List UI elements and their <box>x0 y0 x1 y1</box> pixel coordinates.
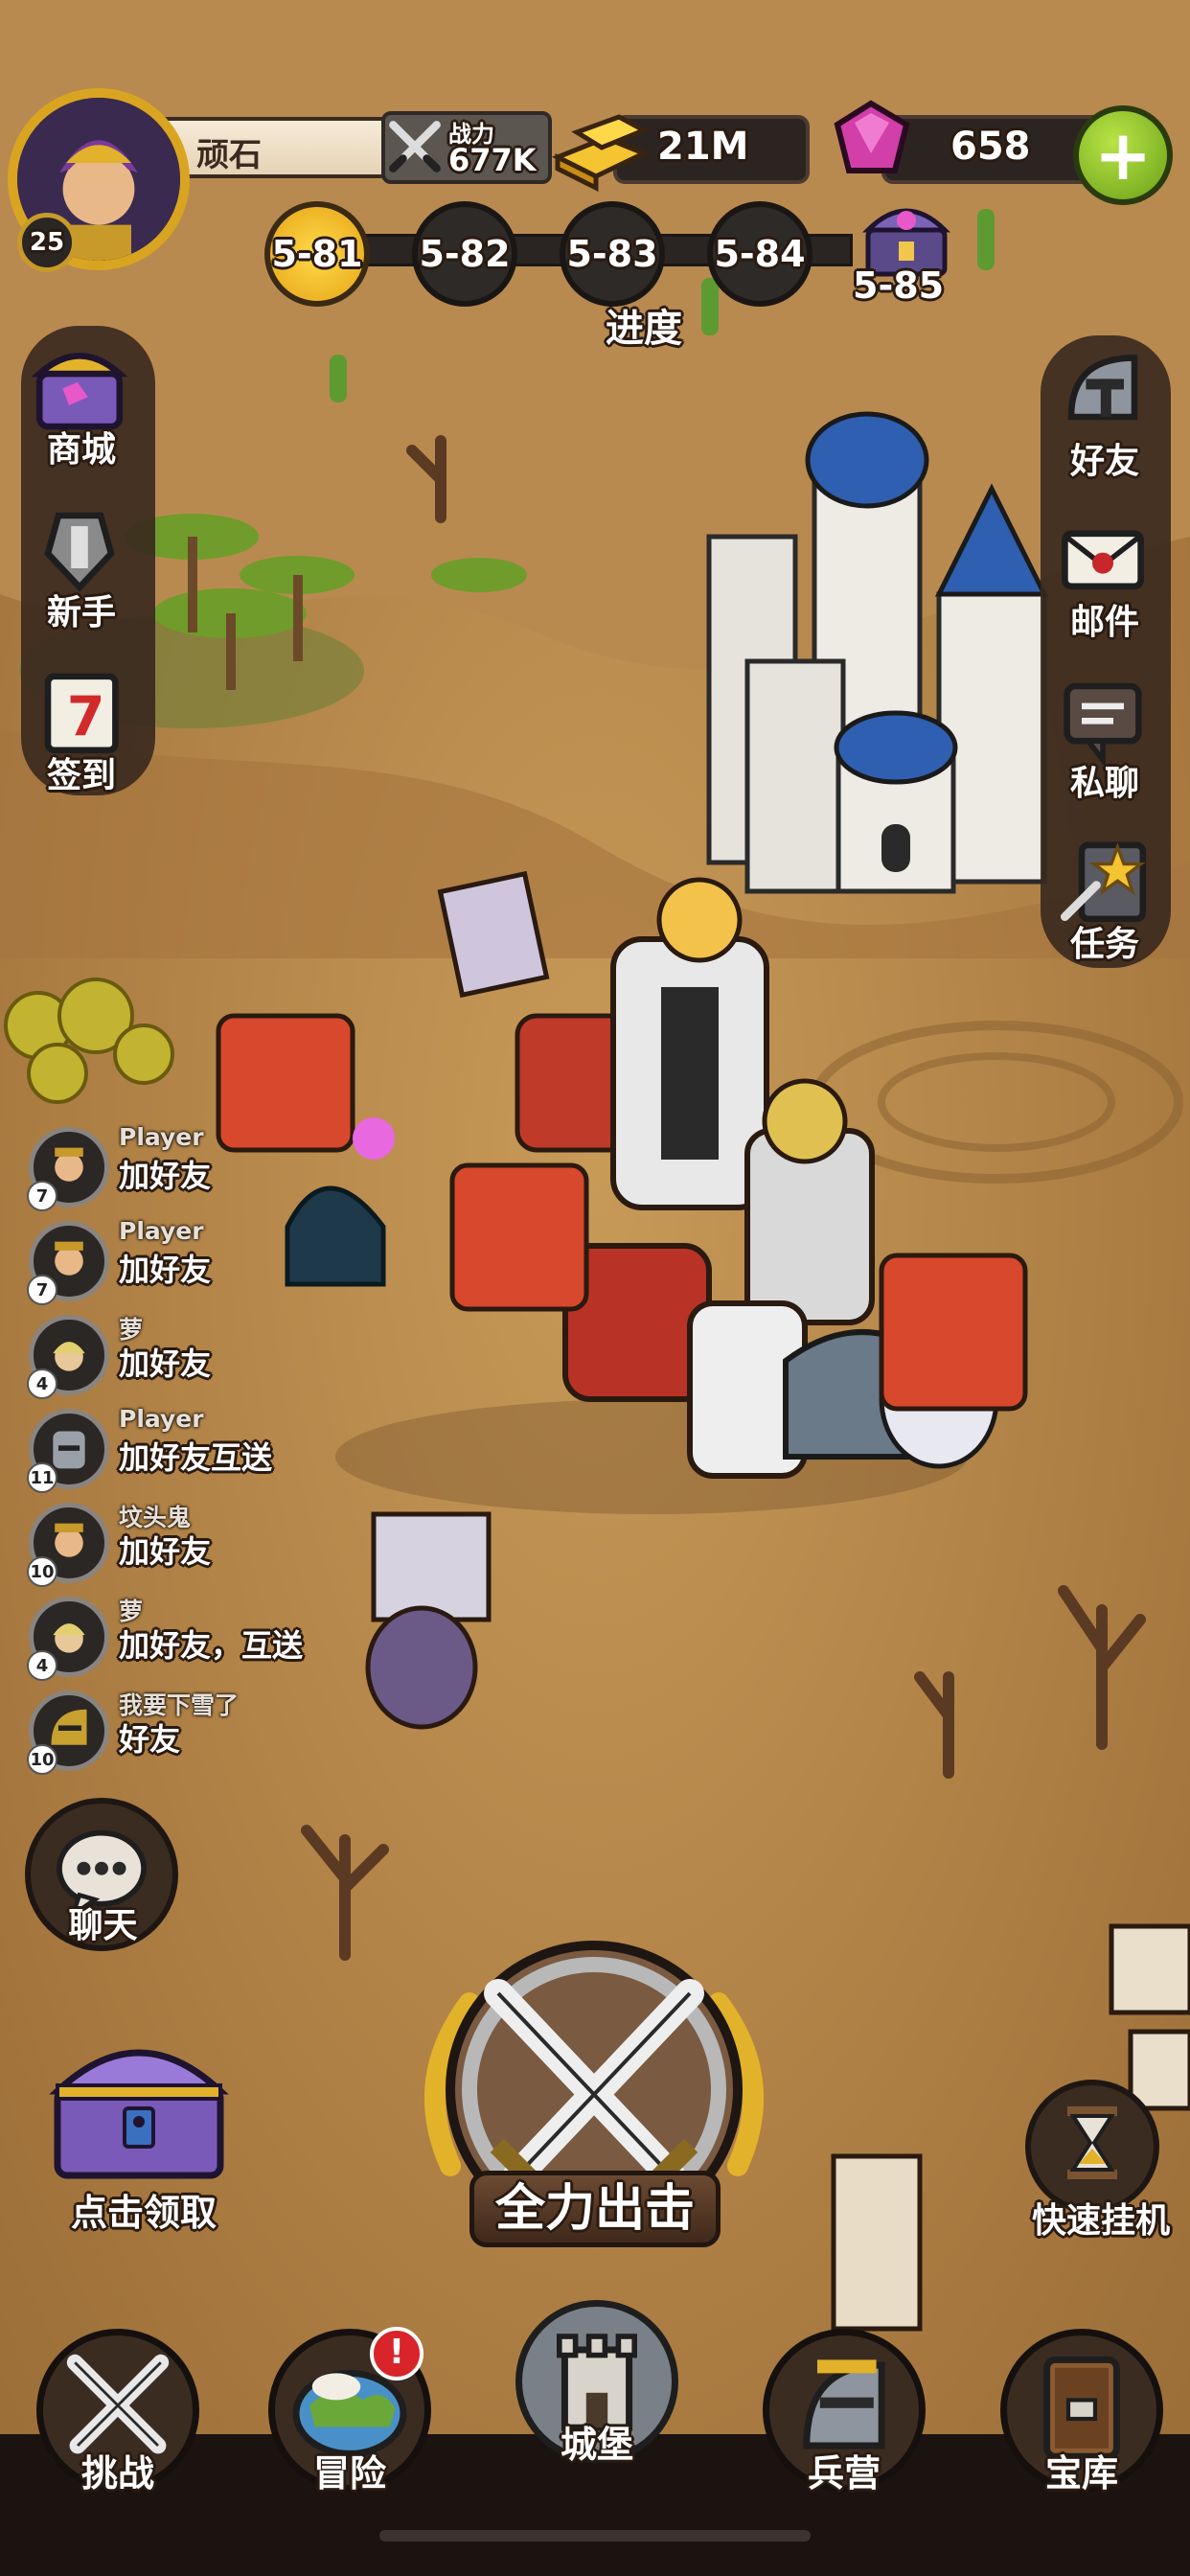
chat-message[interactable]: 4 萝 加好友，互送 <box>25 1593 341 1681</box>
chat-sender-name: Player <box>119 1123 204 1151</box>
private-chat-button[interactable]: 私聊 <box>1033 659 1177 822</box>
chat-text: 加好友 <box>119 1158 212 1194</box>
shop-button[interactable]: 商城 <box>10 326 153 489</box>
chat-message[interactable]: 10 坟头鬼 加好友 <box>25 1499 341 1587</box>
svg-text:7: 7 <box>67 685 105 748</box>
stage-node[interactable]: 5-84 <box>707 201 812 307</box>
gem-value: 658 <box>950 125 1031 169</box>
chat-sender-name: Player <box>119 1405 204 1433</box>
chat-text: 加好友 <box>119 1533 212 1570</box>
quest-label: 任务 <box>1069 925 1139 964</box>
progress-label: 进度 <box>606 307 682 351</box>
nav-castle-label: 城堡 <box>560 2424 633 2466</box>
gem-icon <box>834 100 910 173</box>
quest-button[interactable]: 任务 <box>1033 820 1177 983</box>
nav-barracks-label: 兵营 <box>807 2452 881 2495</box>
nav-adventure-label: 冒险 <box>312 2452 386 2495</box>
chat-level-badge: 11 <box>27 1462 57 1493</box>
nav-challenge-label: 挑战 <box>80 2452 154 2495</box>
chat-text: 加好友互送 <box>119 1439 273 1476</box>
hourglass-icon <box>1067 2106 1117 2179</box>
shop-label: 商城 <box>46 430 116 470</box>
combat-power-value: 677K <box>448 142 537 178</box>
chat-message[interactable]: 10 我要下雪了 好友 <box>25 1687 341 1775</box>
chat-message[interactable]: 4 萝 加好友 <box>25 1311 341 1399</box>
claim-reward-chest-icon[interactable] <box>38 2022 240 2185</box>
chat-text: 好友 <box>119 1721 181 1758</box>
friends-label: 好友 <box>1069 442 1139 481</box>
chat-level-badge: 10 <box>27 1744 57 1775</box>
private-chat-label: 私聊 <box>1069 764 1139 803</box>
nav-challenge[interactable]: 挑战 <box>17 2310 209 2501</box>
chat-level-badge: 4 <box>27 1368 57 1399</box>
novice-label: 新手 <box>46 593 116 632</box>
full-attack-label: 全力出击 <box>469 2171 721 2247</box>
stage-node-current[interactable]: 5-81 <box>264 201 370 307</box>
game-screen: 顽石 战力 677K 21M 658 + 25 5-81 5-82 5-83 5… <box>0 0 1190 2576</box>
gold-bars-icon <box>551 114 651 192</box>
add-gems-button[interactable]: + <box>1073 105 1173 205</box>
claim-label: 点击领取 <box>70 2192 217 2234</box>
adventure-alert-badge: ! <box>370 2327 423 2380</box>
crossed-swords-power-icon <box>389 121 441 172</box>
gold-value: 21M <box>657 125 749 169</box>
home-indicator[interactable] <box>379 2530 811 2542</box>
mail-label: 邮件 <box>1069 603 1139 642</box>
friends-button[interactable]: 好友 <box>1033 337 1177 500</box>
chat-message[interactable]: 7 Player 加好友 <box>25 1217 341 1305</box>
chat-message[interactable]: 7 Player 加好友 <box>25 1123 341 1211</box>
player-level-badge: 25 <box>17 213 77 272</box>
nav-treasury[interactable]: 宝库 <box>981 2310 1173 2501</box>
novice-button[interactable]: 新手 <box>10 489 153 652</box>
nav-barracks[interactable]: 兵营 <box>744 2310 935 2501</box>
player-name: 顽石 <box>196 136 262 174</box>
nav-treasury-label: 宝库 <box>1044 2452 1118 2495</box>
mail-button[interactable]: 邮件 <box>1033 498 1177 661</box>
chat-level-badge: 4 <box>27 1650 57 1681</box>
quick-idle-label: 快速挂机 <box>1031 2201 1170 2241</box>
chat-sender-name: Player <box>119 1217 204 1245</box>
chat-text: 加好友 <box>119 1346 212 1382</box>
nav-castle[interactable]: 城堡 <box>496 2281 688 2472</box>
stage-node[interactable]: 5-82 <box>412 201 517 307</box>
stage-reward-label: 5-85 <box>853 264 945 307</box>
stage-node[interactable]: 5-83 <box>560 201 665 307</box>
chat-text: 加好友，互送 <box>119 1627 304 1664</box>
chat-level-badge: 10 <box>27 1556 57 1587</box>
chat-text: 加好友 <box>119 1252 212 1288</box>
checkin-button[interactable]: 7 签到 <box>10 652 153 815</box>
checkin-label: 签到 <box>46 756 116 795</box>
chat-message[interactable]: 11 Player 加好友互送 <box>25 1405 341 1493</box>
chat-level-badge: 7 <box>27 1181 57 1211</box>
chat-label: 聊天 <box>68 1906 138 1945</box>
chat-level-badge: 7 <box>27 1275 57 1305</box>
